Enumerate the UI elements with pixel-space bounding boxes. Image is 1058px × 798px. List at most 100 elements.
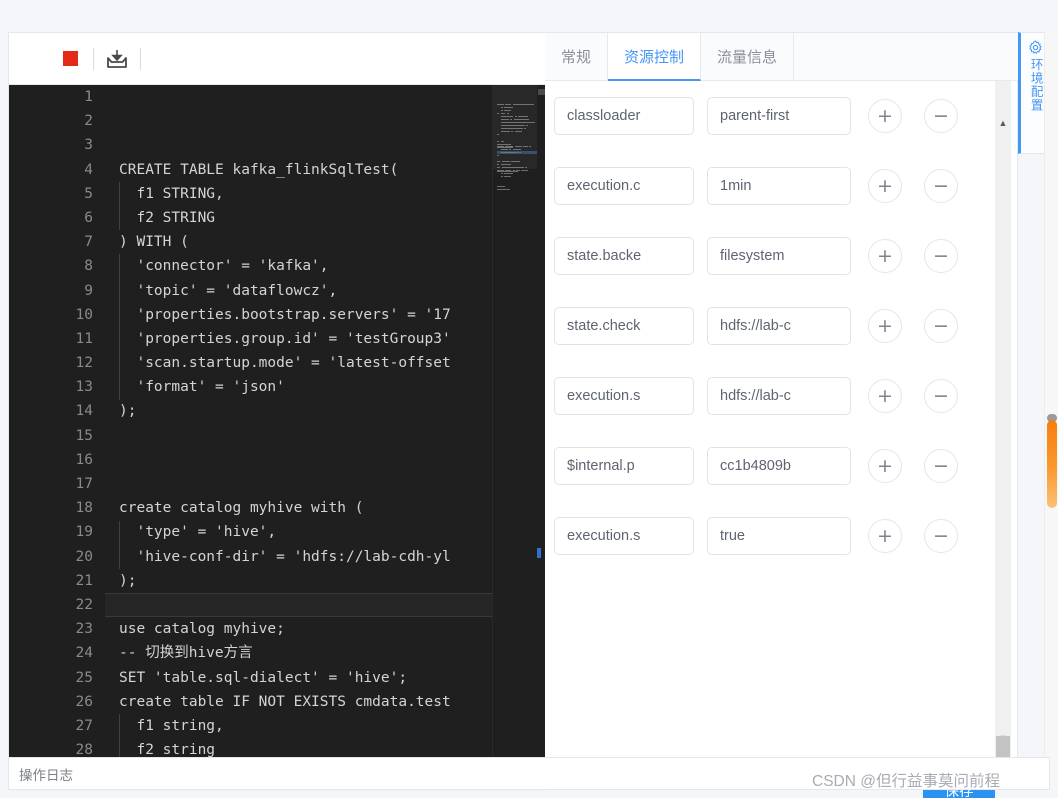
code-line[interactable]: f2 STRING [105,206,492,230]
scroll-up-arrow[interactable]: ▲ [995,114,1011,131]
code-line[interactable] [105,109,492,133]
code-line[interactable]: 'connector' = 'kafka', [105,254,492,278]
config-key-input[interactable]: state.check [554,307,694,345]
code-line[interactable]: ) WITH ( [105,230,492,254]
code-line[interactable]: create table IF NOT EXISTS cmdata.test [105,690,492,714]
code-line[interactable]: f1 string, [105,714,492,738]
code-line[interactable] [105,448,492,472]
code-content[interactable]: CREATE TABLE kafka_flinkSqlTest( f1 STRI… [105,85,492,781]
code-line[interactable]: CREATE TABLE kafka_flinkSqlTest( [105,158,492,182]
code-line[interactable]: 'topic' = 'dataflowcz', [105,279,492,303]
line-number: 5 [84,185,93,202]
line-number: 11 [75,330,93,347]
config-row: $internal.p cc1b4809b + − [545,431,1000,501]
code-line[interactable] [105,472,492,496]
config-form-scroll-region[interactable]: classloader parent-first + − execution.c 1min… [545,81,1018,741]
config-row: state.check hdfs://lab-c + − [545,291,1000,361]
remove-row-button[interactable]: − [924,309,958,343]
code-line[interactable]: ); [105,569,492,593]
remove-row-button[interactable]: − [924,99,958,133]
line-number: 24 [75,645,93,662]
indent-guide [119,714,120,763]
config-tab-bar: 常规 资源控制 流量信息 [545,33,1018,81]
line-number: 12 [75,355,93,372]
add-row-button[interactable]: + [868,519,902,553]
config-value-input[interactable]: true [707,517,851,555]
line-number: 27 [75,717,93,734]
tab-2[interactable]: 资源控制 [608,33,702,81]
config-value-input[interactable]: 1min [707,167,851,205]
code-line[interactable]: SET 'table.sql-dialect' = 'hive'; [105,666,492,690]
code-line[interactable]: ); [105,399,492,423]
config-row: execution.s hdfs://lab-c + − [545,361,1000,431]
remove-row-button[interactable]: − [924,379,958,413]
page-scrollbar-thumb[interactable] [1047,420,1057,508]
config-key-input[interactable]: execution.s [554,517,694,555]
code-line[interactable]: 'format' = 'json' [105,375,492,399]
config-row: execution.s true + − [545,501,1000,571]
remove-row-button[interactable]: − [924,239,958,273]
stop-button[interactable] [47,33,93,85]
code-line[interactable] [105,592,492,618]
add-row-button[interactable]: + [868,99,902,133]
code-line[interactable]: 'properties.bootstrap.servers' = '17 [105,303,492,327]
indent-guide [119,520,120,569]
add-row-button[interactable]: + [868,379,902,413]
minimap-viewport[interactable] [493,85,537,169]
code-line[interactable]: 'scan.startup.mode' = 'latest-offset [105,351,492,375]
config-value-input[interactable]: filesystem [707,237,851,275]
config-panel-scrollbar[interactable]: ▲ ▼ [995,81,1011,781]
sql-editor-panel: 1 2 3 4 5 6 7 8 9 10 11 12 13 14 15 16 17 18 19 20 21 22 23 24 2… [8,32,546,791]
config-key-input[interactable]: state.backe [554,237,694,275]
code-line[interactable]: 'hive-conf-dir' = 'hdfs://lab-cdh-yl [105,545,492,569]
line-number: 19 [75,524,93,541]
tab-1[interactable]: 常规 [545,33,609,80]
config-key-input[interactable]: execution.s [554,377,694,415]
stop-icon [62,51,78,66]
line-number: 20 [75,548,93,565]
config-key-input[interactable]: $internal.p [554,447,694,485]
add-row-button[interactable]: + [868,169,902,203]
code-minimap[interactable] [492,85,537,781]
line-number: 26 [75,693,93,710]
code-line[interactable]: use catalog myhive; [105,617,492,641]
line-number: 8 [84,258,93,275]
line-number: 4 [84,161,93,178]
line-number: 10 [75,306,93,323]
config-key-input[interactable]: execution.c [554,167,694,205]
code-line[interactable] [105,133,492,157]
operation-log-bar[interactable]: 操作日志 [8,757,1050,790]
config-value-input[interactable]: cc1b4809b [707,447,851,485]
code-editor-area[interactable]: 1 2 3 4 5 6 7 8 9 10 11 12 13 14 15 16 17 18 19 20 21 22 23 24 2… [9,85,546,781]
tab-3[interactable]: 流量信息 [701,33,795,80]
code-line[interactable] [105,85,492,109]
page-scrollbar[interactable] [1044,32,1058,790]
code-line[interactable]: 'type' = 'hive', [105,520,492,544]
config-value-input[interactable]: hdfs://lab-c [707,377,851,415]
line-number: 22 [75,596,93,613]
indent-guide [119,254,120,400]
remove-row-button[interactable]: − [924,519,958,553]
code-line[interactable]: f1 STRING, [105,182,492,206]
line-number: 23 [75,621,93,638]
remove-row-button[interactable]: − [924,169,958,203]
add-row-button[interactable]: + [868,449,902,483]
config-panel: 常规 资源控制 流量信息 classloader parent-first + − exec… [545,32,1018,798]
save-button[interactable] [94,33,140,85]
code-line[interactable]: create catalog myhive with ( [105,496,492,520]
code-line[interactable] [105,424,492,448]
config-value-input[interactable]: parent-first [707,97,851,135]
add-row-button[interactable]: + [868,239,902,273]
remove-row-button[interactable]: − [924,449,958,483]
line-number: 6 [84,209,93,226]
code-line[interactable]: -- 切换到hive方言 [105,641,492,665]
config-key-input[interactable]: classloader [554,97,694,135]
line-number: 9 [84,282,93,299]
line-number: 14 [75,403,93,420]
add-row-button[interactable]: + [868,309,902,343]
line-number: 17 [75,476,93,492]
code-line[interactable]: 'properties.group.id' = 'testGroup3' [105,327,492,351]
config-value-input[interactable]: hdfs://lab-c [707,307,851,345]
line-number: 1 [84,89,93,105]
line-number: 18 [75,500,93,517]
